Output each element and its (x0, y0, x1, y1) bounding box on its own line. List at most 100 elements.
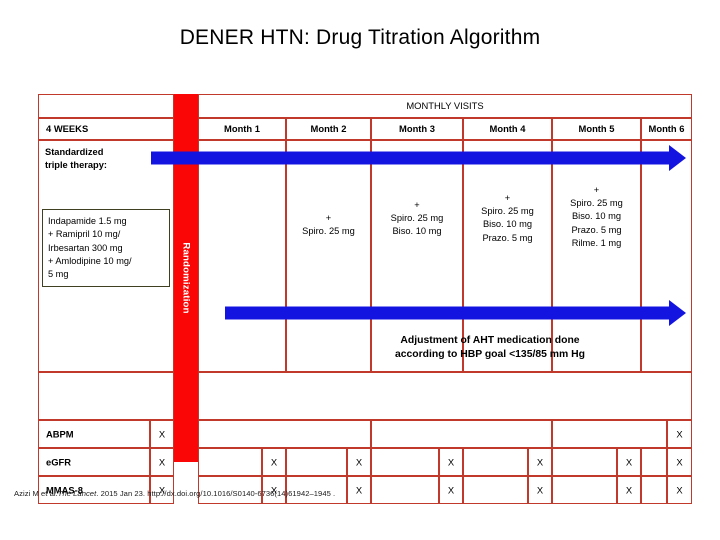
assessment-mark-cell-abpm-baseline: X (150, 420, 174, 448)
assessment-pad-cell-egfr-3 (371, 448, 439, 476)
caption-band-cell (198, 372, 692, 420)
assessment-pad-cell-mmas8-4 (463, 476, 528, 504)
drug-line-5: 5 mg (48, 269, 69, 280)
assessment-mark-cell-mmas8-m2: X (347, 476, 371, 504)
adjustment-note-line2: according to HBP goal <135/85 mm Hg (394, 349, 586, 361)
assessment-mark-cell-egfr-m2: X (347, 448, 371, 476)
titration-month4-line3: Prazo. 5 mg (482, 232, 533, 243)
titration-month3-plus: + (414, 200, 420, 210)
assessment-mark-cell-egfr-baseline: X (150, 448, 174, 476)
assessment-mark-cell-egfr-m3: X (439, 448, 463, 476)
titration-month3-line2: Biso. 10 mg (392, 226, 442, 237)
assessment-pad-cell-egfr-2 (286, 448, 347, 476)
mark-egfr-month4: X (536, 456, 544, 468)
titration-month4-line2: Biso. 10 mg (482, 219, 533, 230)
assessment-mark-cell-egfr-m5: X (617, 448, 641, 476)
assessment-row-label-egfr: eGFR (46, 456, 72, 468)
titration-month3-line1: Spiro. 25 mg (390, 213, 444, 224)
monthly-visits-label: MONTHLY VISITS (406, 99, 484, 111)
titration-month5-line2: Biso. 10 mg (571, 211, 622, 222)
assessment-mark-cell-egfr-m4: X (528, 448, 552, 476)
assessment-mark-cell-mmas8-m5: X (617, 476, 641, 504)
citation-journal: The Lancet (57, 489, 97, 498)
assessment-mark-cell-mmas8-m4: X (528, 476, 552, 504)
month-label-1: Month 1 (224, 122, 260, 134)
titration-month2-line1: Spiro. 25 mg (302, 226, 355, 237)
assessment-row-label-abpm: ABPM (46, 428, 74, 440)
assessment-pad-cell-egfr-5 (552, 448, 617, 476)
month-header-cell-5: Month 5 (552, 118, 641, 140)
titration-month5-line4: Rilme. 1 mg (571, 237, 622, 248)
titration-month5-line3: Prazo. 5 mg (571, 224, 622, 235)
monthly-visits-header-cell: MONTHLY VISITS (198, 94, 692, 118)
adjustment-note: Adjustment of AHT medication done accord… (280, 334, 700, 363)
timeline-arrow-bottom-shaft (225, 306, 669, 320)
assessment-mark-cell-egfr-m1: X (262, 448, 286, 476)
interval-label: 4 WEEKS (46, 122, 89, 134)
mark-abpm-month6: X (676, 428, 683, 440)
month-header-cell-2: Month 2 (286, 118, 371, 140)
titration-month2-plus: + (325, 213, 332, 223)
assessment-mark-cell-mmas8-m6: X (667, 476, 692, 504)
citation-rest: . 2015 Jan 23. http://dx.doi.org/10.1016… (96, 489, 336, 498)
mark-abpm-baseline: X (158, 428, 166, 440)
assessment-span-cell-abpm-b (371, 420, 552, 448)
assessment-pad-cell-egfr-4 (463, 448, 528, 476)
mark-mmas8-month5: X (625, 484, 633, 496)
interval-label-cell: 4 WEEKS (38, 118, 174, 140)
mark-egfr-month6: X (676, 456, 683, 468)
assessment-span-cell-abpm-a (198, 420, 371, 448)
mark-egfr-month2: X (355, 456, 363, 468)
adjustment-note-line1: Adjustment of AHT medication done (400, 335, 580, 346)
baseline-drug-regimen-box: Indapamide 1.5 mg + Ramipril 10 mg/ Irbe… (42, 209, 170, 287)
mark-egfr-month3: X (447, 456, 455, 468)
assessment-mark-cell-abpm-m6: X (667, 420, 692, 448)
timeline-arrow-bottom-head (669, 300, 686, 326)
drug-line-2: + Ramipril 10 mg/ (48, 229, 121, 240)
assessment-pad-cell-mmas8-3 (371, 476, 439, 504)
month-header-cell-1: Month 1 (198, 118, 286, 140)
titration-month4-plus: + (504, 193, 511, 203)
month-label-2: Month 2 (310, 122, 347, 134)
assessment-label-cell-abpm: ABPM (38, 420, 150, 448)
mark-mmas8-month4: X (536, 484, 544, 496)
drug-line-1: Indapamide 1.5 mg (48, 216, 127, 226)
mark-mmas8-month6: X (676, 484, 683, 496)
month-label-3: Month 3 (399, 122, 435, 134)
mark-mmas8-month2: X (355, 484, 363, 496)
month-header-cell-3: Month 3 (371, 118, 463, 140)
titration-body-cell-1 (198, 140, 286, 372)
mark-egfr-month1: X (270, 456, 278, 468)
assessment-pad-cell-egfr-1 (198, 448, 262, 476)
titration-month4-line1: Spiro. 25 mg (481, 206, 534, 217)
page-title: DENER HTN: Drug Titration Algorithm (179, 26, 541, 49)
titration-text-month4: + Spiro. 25 mg Biso. 10 mg Prazo. 5 mg (463, 192, 552, 245)
month-label-5: Month 5 (578, 122, 615, 134)
titration-month5-plus: + (593, 185, 600, 195)
assessment-mark-cell-mmas8-m3: X (439, 476, 463, 504)
assessment-span-cell-abpm-c (552, 420, 667, 448)
titration-month5-line1: Spiro. 25 mg (570, 198, 623, 209)
assessment-label-cell-egfr: eGFR (38, 448, 150, 476)
month-label-4: Month 4 (489, 122, 526, 134)
mark-egfr-baseline: X (158, 456, 166, 468)
citation-authors: Azizi M et al. (14, 489, 58, 498)
timeline-arrow-top-shaft (151, 151, 669, 165)
month-label-6: Month 6 (648, 122, 685, 134)
caption-band-left-cell (38, 372, 174, 420)
assessment-pad-cell-egfr-6 (641, 448, 667, 476)
titration-text-month5: + Spiro. 25 mg Biso. 10 mg Prazo. 5 mg R… (552, 184, 641, 250)
assessment-pad-cell-mmas8-5 (552, 476, 617, 504)
header-blank-cell (38, 94, 174, 118)
mark-egfr-month5: X (625, 456, 633, 468)
month-header-cell-4: Month 4 (463, 118, 552, 140)
timeline-arrow-top (151, 145, 686, 171)
month-header-cell-6: Month 6 (641, 118, 692, 140)
mark-mmas8-month3: X (447, 484, 455, 496)
timeline-arrow-bottom (225, 300, 686, 326)
titration-text-month3: + Spiro. 25 mg Biso. 10 mg (371, 199, 463, 239)
citation: Azizi M et al.The Lancet. 2015 Jan 23. h… (14, 489, 335, 498)
drug-line-3: Irbesartan 300 mg (48, 242, 123, 253)
timeline-arrow-top-head (669, 145, 686, 171)
randomization-label: Randomization (180, 242, 192, 314)
